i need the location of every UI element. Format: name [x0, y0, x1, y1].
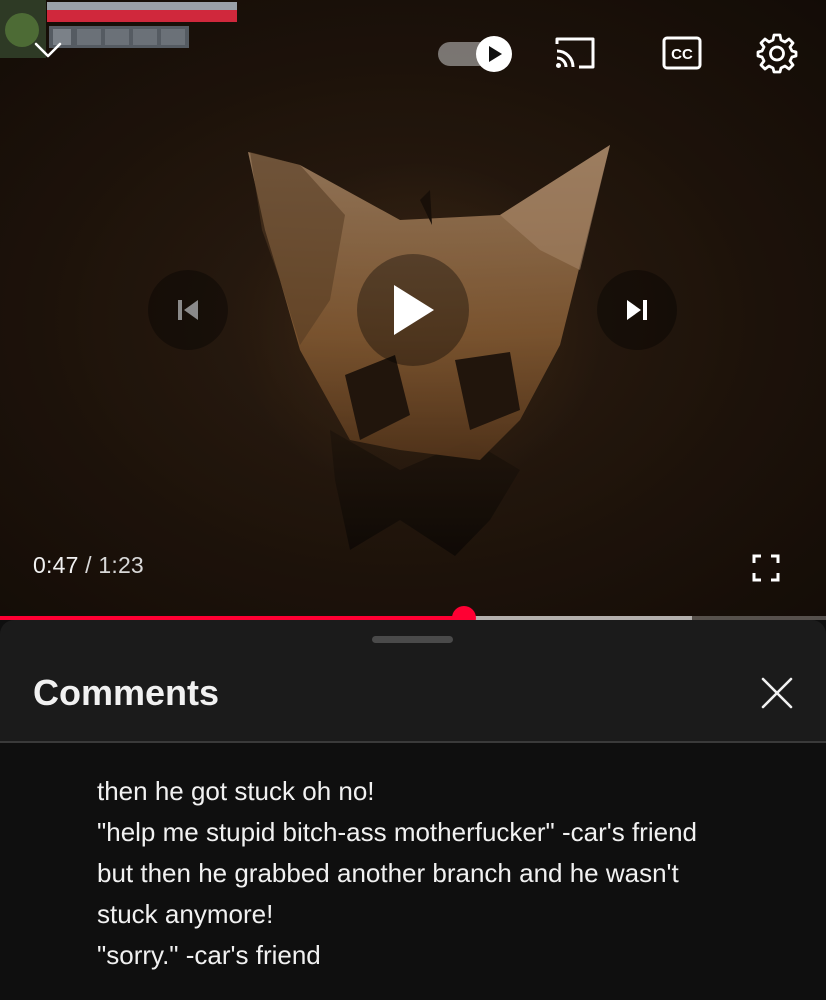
autoplay-toggle[interactable]	[438, 36, 514, 72]
current-time: 0:47	[33, 552, 79, 578]
duration: 1:23	[98, 552, 144, 578]
time-display: 0:47 / 1:23	[33, 552, 144, 579]
comment-line: but then he grabbed another branch and h…	[97, 858, 679, 888]
fullscreen-icon[interactable]	[746, 548, 786, 588]
play-button[interactable]	[357, 254, 469, 366]
comment-line: then he got stuck oh no!	[97, 776, 375, 806]
comment-line: "help me stupid bitch-ass motherfucker" …	[97, 817, 697, 847]
chevron-down-icon[interactable]	[28, 30, 68, 70]
gear-icon[interactable]	[755, 31, 799, 75]
comment-text: then he got stuck oh no! "help me stupid…	[97, 771, 797, 976]
close-button[interactable]	[752, 668, 802, 718]
skip-previous-icon	[178, 300, 198, 320]
comment-line: stuck anymore!	[97, 899, 274, 929]
comment-line: "sorry." -car's friend	[97, 940, 321, 970]
close-icon	[761, 677, 793, 709]
skip-next-icon	[627, 300, 647, 320]
next-button[interactable]	[597, 270, 677, 350]
previous-button[interactable]	[148, 270, 228, 350]
cast-icon[interactable]	[552, 32, 598, 74]
captions-label: CC	[671, 46, 693, 63]
play-icon	[394, 285, 434, 335]
comment-content: then he got stuck oh no! "help me stupid…	[0, 743, 826, 1000]
drag-handle[interactable]	[372, 636, 453, 643]
autoplay-toggle-icon	[476, 36, 512, 72]
comments-panel: Comments then he got stuck oh no! "help …	[0, 620, 826, 1000]
closed-captions-icon[interactable]: CC	[660, 34, 704, 72]
comments-title: Comments	[33, 672, 220, 713]
video-player[interactable]: CC 0:47 / 1:23	[0, 0, 826, 620]
time-separator: /	[85, 552, 92, 578]
